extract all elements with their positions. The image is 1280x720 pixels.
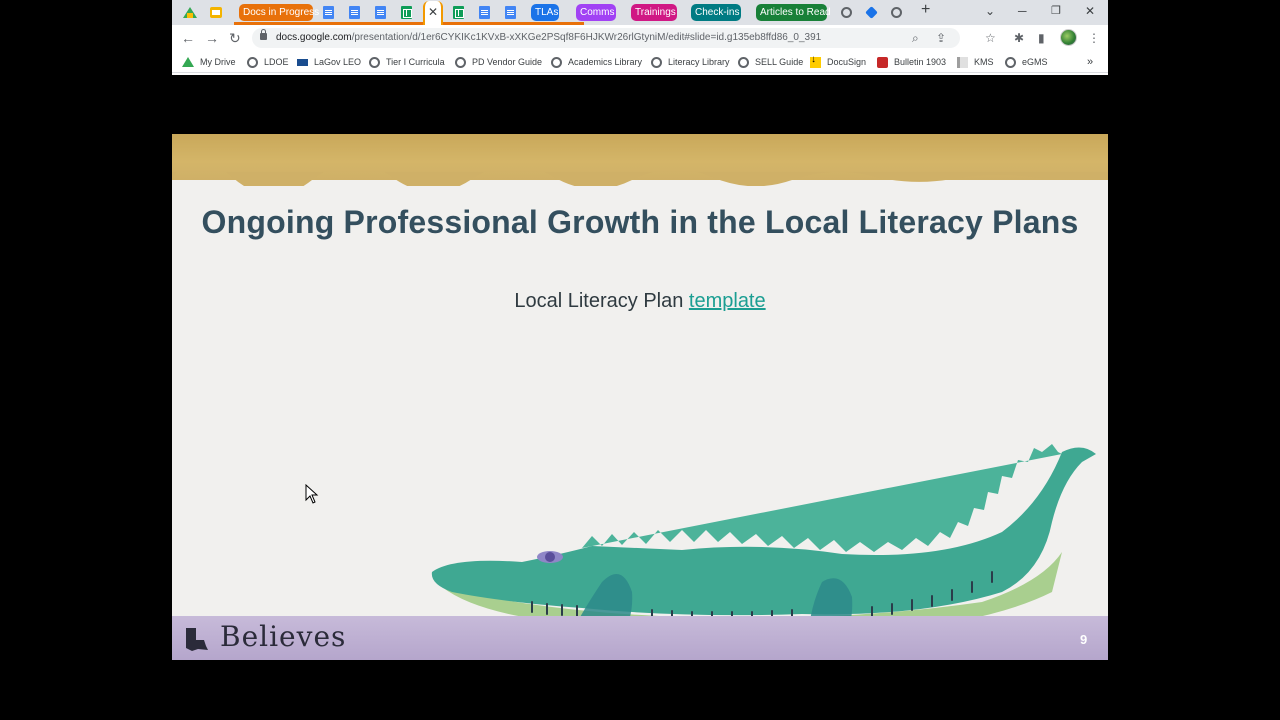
bookmarks-bar: My Drive LDOE LaGov LEO Tier I Curricula… <box>172 51 1108 73</box>
kms-icon <box>957 56 968 68</box>
globe-icon <box>551 56 562 68</box>
presentation-slide: Ongoing Professional Growth in the Local… <box>172 134 1108 660</box>
bookmark-label: PD Vendor Guide <box>472 57 543 67</box>
bookmark-sell-guide[interactable]: SELL Guide <box>738 55 803 69</box>
bookmark-label: Tier I Curricula <box>386 57 445 67</box>
url-path: /presentation/d/1er6CYKIKc1KVxB-xXKGe2PS… <box>351 32 822 43</box>
docs-icon[interactable] <box>476 5 492 20</box>
bookmark-tier-i-curricula[interactable]: Tier I Curricula <box>369 55 445 69</box>
zoom-search-icon[interactable]: ⌕ <box>912 30 919 46</box>
globe-icon <box>455 56 466 68</box>
menu-icon[interactable]: ⋮ <box>1088 30 1100 46</box>
diamond-icon[interactable] <box>863 5 879 20</box>
extensions-icon[interactable]: ✱ <box>1014 30 1024 46</box>
drive-icon[interactable] <box>182 5 198 20</box>
url-host: docs.google.com <box>276 32 352 43</box>
sheets-icon[interactable] <box>398 5 414 20</box>
slide-title: Ongoing Professional Growth in the Local… <box>201 204 1079 240</box>
globe-icon <box>1005 56 1016 68</box>
minimize-icon[interactable]: ─ <box>1018 2 1027 20</box>
share-icon[interactable]: ⇪ <box>936 30 946 46</box>
bookmark-docusign[interactable]: DocuSign <box>810 54 867 69</box>
bookmark-star-icon[interactable]: ☆ <box>985 30 996 46</box>
mouse-cursor-icon <box>305 484 319 504</box>
reload-icon[interactable]: ↻ <box>229 28 241 48</box>
bookmark-label: DocuSign <box>827 57 867 67</box>
forward-icon[interactable]: → <box>205 28 219 48</box>
bookmark-label: eGMS <box>1022 57 1048 67</box>
docs-icon[interactable] <box>372 5 388 20</box>
gold-torn-edge <box>172 172 1108 186</box>
tab-group-check-ins[interactable]: Check-ins <box>691 4 741 21</box>
slide-body-text: Local Literacy Plan template <box>172 290 1108 313</box>
drive-icon <box>182 57 194 67</box>
url-text[interactable]: docs.google.com/presentation/d/1er6CYKIK… <box>276 31 821 45</box>
globe-icon <box>738 56 749 68</box>
template-link[interactable]: template <box>689 290 766 312</box>
tab-group-docs-in-progress[interactable]: Docs in Progress <box>239 4 319 21</box>
bookmark-kms[interactable]: KMS <box>957 55 994 69</box>
globe-icon[interactable] <box>838 5 854 20</box>
tab-strip: Docs in Progress ✕ TLAs Comms Trainings … <box>172 0 1108 25</box>
slide-number: 9 <box>1080 632 1088 647</box>
louisiana-state-icon <box>186 628 208 651</box>
browser-toolbar: ← → ↻ docs.google.com/presentation/d/1er… <box>172 25 1108 51</box>
restore-icon[interactable]: ❐ <box>1051 2 1061 20</box>
bookmark-label: Literacy Library <box>668 57 730 67</box>
tab-group-tlas[interactable]: TLAs <box>531 4 559 21</box>
globe-icon <box>247 56 258 68</box>
tab-search-chevron-icon[interactable]: ⌄ <box>985 2 995 20</box>
pdf-icon <box>877 56 888 68</box>
back-icon[interactable]: ← <box>181 28 195 48</box>
bookmark-label: SELL Guide <box>755 57 804 67</box>
bookmark-lagov-leo[interactable]: LaGov LEO <box>297 55 361 69</box>
bookmark-ldoe[interactable]: LDOE <box>247 55 289 69</box>
bookmark-egms[interactable]: eGMS <box>1005 55 1048 69</box>
leo-icon <box>297 58 308 66</box>
docs-icon[interactable] <box>502 5 518 20</box>
bookmark-bulletin-1903[interactable]: Bulletin 1903 <box>877 55 946 69</box>
body-text: Local Literacy Plan <box>514 290 689 312</box>
docusign-icon <box>810 54 821 68</box>
close-window-icon[interactable]: ✕ <box>1085 2 1095 20</box>
docs-icon[interactable] <box>346 5 362 20</box>
new-tab-button[interactable]: + <box>921 1 930 19</box>
tab-group-articles-to-read[interactable]: Articles to Read <box>756 4 831 21</box>
lock-icon[interactable] <box>260 29 267 40</box>
bookmark-label: LaGov LEO <box>314 57 362 67</box>
bookmark-academics-library[interactable]: Academics Library <box>551 55 642 69</box>
globe-icon[interactable] <box>888 5 904 20</box>
tab-group-comms[interactable]: Comms <box>576 4 616 21</box>
globe-icon <box>651 56 662 68</box>
bookmark-my-drive[interactable]: My Drive <box>182 55 236 69</box>
address-bar[interactable]: docs.google.com/presentation/d/1er6CYKIK… <box>252 28 960 48</box>
bookmark-label: Academics Library <box>568 57 643 67</box>
profile-avatar[interactable] <box>1060 29 1077 46</box>
bookmarks-overflow-icon[interactable]: » <box>1087 55 1093 69</box>
globe-icon <box>369 56 380 68</box>
side-panel-icon[interactable]: ▮ <box>1038 30 1045 46</box>
docs-icon[interactable] <box>320 5 336 20</box>
bookmark-label: My Drive <box>200 57 236 67</box>
browser-window: Docs in Progress ✕ TLAs Comms Trainings … <box>172 0 1108 75</box>
sheets-icon[interactable] <box>450 5 466 20</box>
close-tab-icon[interactable]: ✕ <box>428 3 438 21</box>
slides-icon[interactable] <box>208 5 224 20</box>
bookmark-label: LDOE <box>264 57 289 67</box>
bookmark-label: Bulletin 1903 <box>894 57 947 67</box>
bookmark-literacy-library[interactable]: Literacy Library <box>651 55 730 69</box>
bookmark-label: KMS <box>974 57 994 67</box>
tab-group-trainings[interactable]: Trainings <box>631 4 677 21</box>
believes-logo-text: Believes <box>220 620 347 653</box>
bookmark-pd-vendor-guide[interactable]: PD Vendor Guide <box>455 55 542 69</box>
